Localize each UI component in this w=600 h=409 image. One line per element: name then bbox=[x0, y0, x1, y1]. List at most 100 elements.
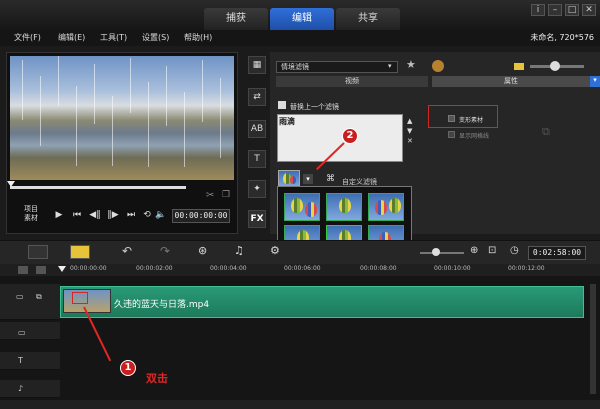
web-icon[interactable] bbox=[432, 60, 444, 72]
transform-clip-label: 变形素材 bbox=[459, 117, 484, 124]
volume-icon[interactable]: 🔈 bbox=[154, 210, 168, 222]
title-track-header[interactable] bbox=[0, 352, 60, 370]
fx-icon[interactable]: FX bbox=[248, 210, 266, 228]
project-duration[interactable]: 0:02:58:00 bbox=[528, 246, 586, 260]
overlay-track-header[interactable] bbox=[0, 322, 60, 340]
clock-icon: ◷ bbox=[510, 245, 519, 256]
menu-help[interactable]: 帮助(H) bbox=[184, 32, 212, 43]
prev-frame-icon[interactable]: ◀‖ bbox=[88, 210, 102, 222]
move-up-icon[interactable]: ▲ bbox=[407, 116, 413, 126]
transform-clip-checkbox[interactable] bbox=[448, 115, 455, 122]
ruler-label: 00:00:12:00 bbox=[508, 265, 545, 272]
transition-icon[interactable]: ⇄ bbox=[248, 88, 266, 106]
preview-mode-switch[interactable]: 项目 素材 bbox=[24, 205, 38, 223]
grid-settings-icon[interactable]: ⧉ bbox=[542, 125, 550, 139]
preview-timecode[interactable]: 00:00:00:00 bbox=[172, 209, 230, 223]
graphics-icon[interactable]: ✦ bbox=[248, 180, 266, 198]
maximize-icon[interactable]: □ bbox=[565, 4, 579, 16]
timeline-ruler[interactable]: 00:00:00:00 00:00:02:00 00:00:04:00 00:0… bbox=[60, 264, 600, 276]
undo-icon[interactable]: ↶ bbox=[122, 244, 132, 258]
play-icon[interactable]: ▶ bbox=[52, 210, 66, 222]
video-track-header[interactable] bbox=[0, 284, 60, 320]
title-icon[interactable]: AB bbox=[248, 120, 266, 138]
applied-filter-list bbox=[277, 114, 403, 162]
filter-preset-dropdown[interactable]: ▾ bbox=[303, 174, 313, 184]
text-icon[interactable]: T bbox=[248, 150, 266, 168]
tab-properties[interactable]: 属性 bbox=[432, 76, 590, 87]
ruler-label: 00:00:10:00 bbox=[434, 265, 471, 272]
fit-project-icon[interactable]: ⊡ bbox=[488, 245, 496, 256]
zoom-in-icon[interactable]: ⊕ bbox=[470, 245, 478, 256]
ruler-label: 00:00:02:00 bbox=[136, 265, 173, 272]
tab-capture[interactable]: 捕获 bbox=[204, 8, 268, 30]
favorite-star-icon[interactable]: ★ bbox=[406, 58, 416, 71]
video-track-lock-icon[interactable]: ⧉ bbox=[36, 292, 42, 302]
ruler-label: 00:00:08:00 bbox=[360, 265, 397, 272]
media-icon[interactable]: ▦ bbox=[248, 56, 266, 74]
track-manager bbox=[0, 264, 60, 276]
show-grid-label: 显示网格线 bbox=[459, 133, 490, 140]
custom-filter-icon[interactable]: ⌘ bbox=[326, 174, 335, 184]
menu-edit[interactable]: 编辑(E) bbox=[58, 32, 85, 43]
ruler-label: 00:00:00:00 bbox=[70, 265, 107, 272]
filter-list-controls: ▲ ▼ ✕ bbox=[407, 116, 413, 146]
audio-mixer-icon[interactable]: ♫ bbox=[234, 244, 244, 257]
minimize-icon[interactable]: – bbox=[548, 4, 562, 16]
move-down-icon[interactable]: ▼ bbox=[407, 126, 413, 136]
menu-file[interactable]: 文件(F) bbox=[14, 32, 41, 43]
double-click-note: 双击 bbox=[146, 372, 168, 385]
window-controls: i – □ ✕ bbox=[531, 4, 596, 16]
menu-tools[interactable]: 工具(T) bbox=[100, 32, 127, 43]
ruler-label: 00:00:06:00 bbox=[284, 265, 321, 272]
timeline-zoom-slider[interactable] bbox=[420, 252, 464, 254]
timeline-view-icon[interactable] bbox=[70, 245, 90, 259]
playhead[interactable] bbox=[58, 266, 66, 272]
repeat-icon[interactable]: ⟲ bbox=[140, 210, 154, 222]
clip-name: 久违的蓝天与日落.mp4 bbox=[114, 300, 210, 310]
step-2-marker: 2 bbox=[342, 128, 358, 144]
track-manager-icon[interactable] bbox=[18, 266, 28, 274]
view-icon[interactable] bbox=[514, 63, 524, 70]
title-track-icon[interactable]: T bbox=[18, 356, 23, 365]
overlay-track-icon[interactable]: ▭ bbox=[18, 328, 26, 337]
zoom-slider-knob[interactable] bbox=[550, 61, 560, 71]
timeline-zoom-knob[interactable] bbox=[432, 248, 440, 256]
preset-thumb[interactable] bbox=[284, 193, 320, 221]
info-icon[interactable]: i bbox=[531, 4, 545, 16]
storyboard-view-icon[interactable] bbox=[28, 245, 48, 259]
chapter-icon[interactable] bbox=[36, 266, 46, 274]
trim-icon[interactable]: ✂ bbox=[206, 190, 214, 201]
first-frame-icon[interactable]: ⏮ bbox=[70, 210, 84, 222]
record-icon[interactable]: ⊛ bbox=[198, 244, 207, 257]
last-frame-icon[interactable]: ⏭ bbox=[124, 210, 138, 222]
preset-thumb[interactable] bbox=[368, 193, 404, 221]
music-track-icon[interactable]: ♪ bbox=[18, 384, 23, 393]
mode-project-label: 项目 bbox=[24, 205, 38, 213]
replace-last-filter-checkbox[interactable] bbox=[278, 101, 286, 109]
show-grid-checkbox[interactable] bbox=[448, 131, 455, 138]
close-icon[interactable]: ✕ bbox=[582, 4, 596, 16]
next-frame-icon[interactable]: ‖▶ bbox=[106, 210, 120, 222]
highlight-box-clip bbox=[72, 292, 88, 304]
smart-proxy-icon[interactable]: ⚙ bbox=[270, 244, 280, 257]
tab-video[interactable]: 视频 bbox=[276, 76, 428, 87]
menu-settings[interactable]: 设置(S) bbox=[142, 32, 169, 43]
audio-track-header[interactable] bbox=[0, 380, 60, 398]
redo-icon[interactable]: ↷ bbox=[160, 244, 170, 258]
scrub-bar[interactable] bbox=[10, 186, 186, 189]
scrub-handle[interactable] bbox=[7, 181, 15, 187]
tab-share[interactable]: 共享 bbox=[336, 8, 400, 30]
chevron-down-icon[interactable]: ▾ bbox=[388, 62, 398, 72]
status-bar bbox=[0, 400, 600, 409]
preset-thumb[interactable] bbox=[326, 193, 362, 221]
applied-filter-item[interactable]: 雨滴 bbox=[279, 116, 295, 127]
tab-edit[interactable]: 编辑 bbox=[270, 8, 334, 30]
video-track-icon[interactable]: ▭ bbox=[16, 292, 24, 301]
delete-filter-icon[interactable]: ✕ bbox=[407, 136, 413, 146]
copy-icon[interactable]: ❐ bbox=[222, 190, 230, 200]
mode-clip-label: 素材 bbox=[24, 214, 38, 222]
filter-library-select[interactable]: 情境滤镜 bbox=[276, 61, 398, 73]
timeline-scrollbar[interactable] bbox=[590, 284, 596, 394]
replace-last-filter-label: 替换上一个滤镜 bbox=[290, 103, 339, 111]
collapse-icon[interactable]: ▾ bbox=[590, 76, 600, 87]
